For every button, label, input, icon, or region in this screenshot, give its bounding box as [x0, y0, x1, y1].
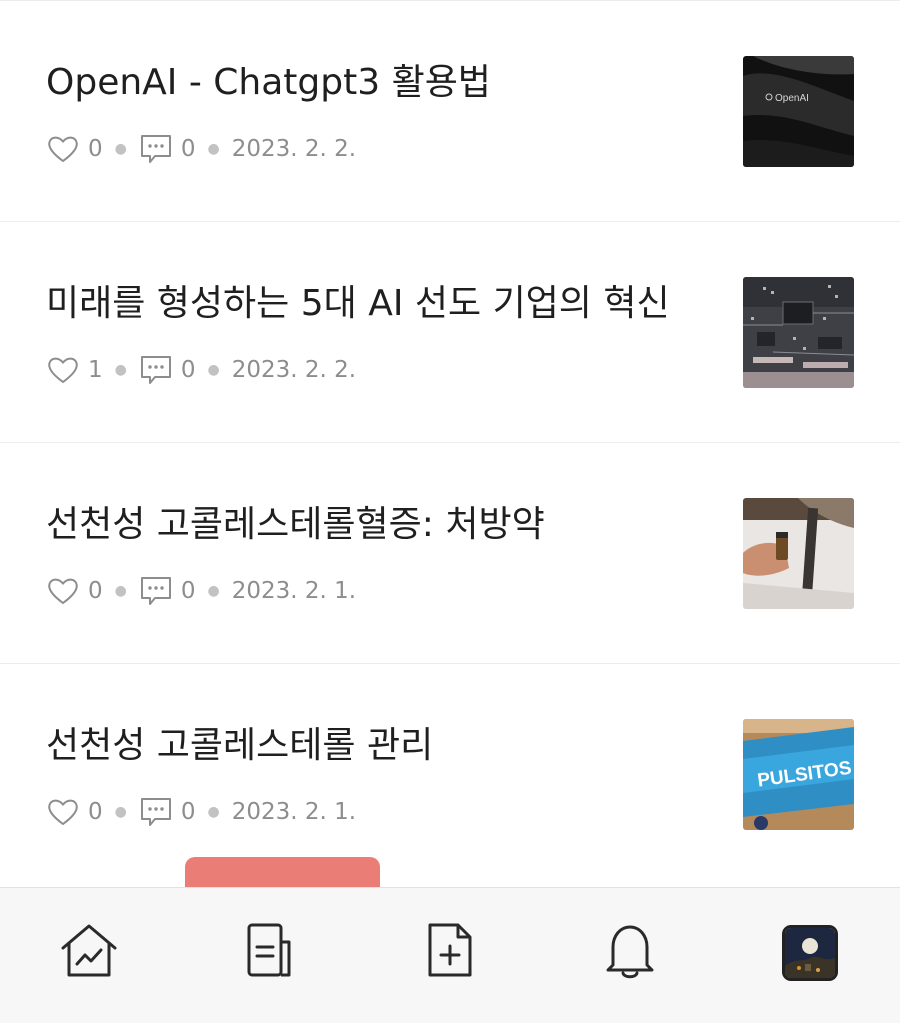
heart-icon[interactable]	[46, 132, 80, 166]
post-date: 2023. 2. 1.	[231, 578, 357, 604]
nav-notifications-button[interactable]	[595, 918, 665, 988]
like-count: 0	[88, 578, 103, 604]
separator-dot: ●	[114, 804, 127, 820]
home-chart-icon	[58, 922, 120, 984]
comment-count: 0	[180, 578, 196, 604]
comment-icon[interactable]	[139, 795, 173, 829]
separator-dot: ●	[114, 141, 127, 157]
comment-count: 0	[180, 799, 196, 825]
post-item[interactable]: 선천성 고콜레스테롤혈증: 처방약 0 ● 0 ● 2023. 2. 1.	[0, 443, 900, 664]
comment-icon[interactable]	[139, 353, 173, 387]
separator-dot: ●	[207, 804, 220, 820]
heart-icon[interactable]	[46, 574, 80, 608]
comment-icon[interactable]	[139, 132, 173, 166]
post-title[interactable]: OpenAI - Chatgpt3 활용법	[46, 59, 716, 107]
post-item[interactable]: 미래를 형성하는 5대 AI 선도 기업의 혁신 1 ● 0 ● 2023. 2…	[0, 222, 900, 443]
document-icon	[241, 922, 299, 984]
post-title[interactable]: 선천성 고콜레스테롤혈증: 처방약	[46, 501, 716, 549]
bottom-navigation-bar	[0, 887, 900, 1023]
post-thumbnail-pulsitos-snack[interactable]: PULSITOS	[743, 719, 854, 830]
separator-dot: ●	[114, 583, 127, 599]
heart-icon[interactable]	[46, 353, 80, 387]
separator-dot: ●	[207, 583, 220, 599]
like-count: 0	[88, 136, 103, 162]
post-thumbnail-circuit-board[interactable]	[743, 277, 854, 388]
post-item[interactable]: OpenAI - Chatgpt3 활용법 0 ● 0 ● 2023. 2. 2…	[0, 1, 900, 222]
post-thumbnail-openai[interactable]: OpenAI	[743, 56, 854, 167]
post-date: 2023. 2. 2.	[231, 357, 357, 383]
post-meta: 0 ● 0 ● 2023. 2. 1.	[46, 794, 356, 830]
post-thumbnail-medicine-vial[interactable]	[743, 498, 854, 609]
post-title[interactable]: 선천성 고콜레스테롤 관리	[46, 722, 716, 770]
heart-icon[interactable]	[46, 795, 80, 829]
new-post-icon	[421, 922, 479, 984]
post-list: OpenAI - Chatgpt3 활용법 0 ● 0 ● 2023. 2. 2…	[0, 1, 900, 885]
post-meta: 0 ● 0 ● 2023. 2. 1.	[46, 573, 356, 609]
post-date: 2023. 2. 1.	[231, 799, 357, 825]
bell-icon	[601, 921, 659, 985]
like-count: 1	[88, 357, 103, 383]
nav-profile-button[interactable]	[775, 918, 845, 988]
separator-dot: ●	[207, 141, 220, 157]
like-count: 0	[88, 799, 103, 825]
comment-icon[interactable]	[139, 574, 173, 608]
separator-dot: ●	[114, 362, 127, 378]
post-item[interactable]: 선천성 고콜레스테롤 관리 0 ● 0 ● 2023. 2. 1. PULSIT…	[0, 664, 900, 885]
nav-posts-button[interactable]	[235, 918, 305, 988]
nav-home-button[interactable]	[54, 918, 124, 988]
openai-logo-text: OpenAI	[775, 93, 809, 104]
post-meta: 0 ● 0 ● 2023. 2. 2.	[46, 131, 356, 167]
comment-count: 0	[180, 357, 196, 383]
nav-write-button[interactable]	[415, 918, 485, 988]
profile-avatar	[782, 925, 838, 981]
post-title[interactable]: 미래를 형성하는 5대 AI 선도 기업의 혁신	[46, 280, 716, 328]
separator-dot: ●	[207, 362, 220, 378]
post-date: 2023. 2. 2.	[231, 136, 357, 162]
post-meta: 1 ● 0 ● 2023. 2. 2.	[46, 352, 356, 388]
comment-count: 0	[180, 136, 196, 162]
blog-post-list-screen: OpenAI - Chatgpt3 활용법 0 ● 0 ● 2023. 2. 2…	[0, 0, 900, 1023]
